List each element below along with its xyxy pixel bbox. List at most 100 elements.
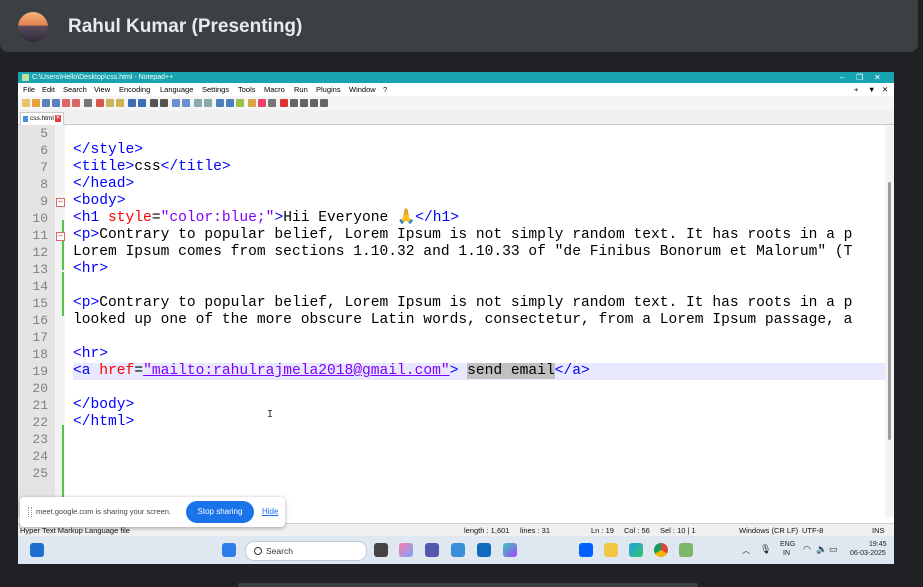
maximize-button[interactable]: ❐ xyxy=(856,72,863,83)
selected-text: send email xyxy=(467,363,555,379)
chrome-icon[interactable] xyxy=(654,543,668,557)
app-icon[interactable] xyxy=(451,543,465,557)
clock-time[interactable]: 19:45 xyxy=(869,541,887,548)
indent-guide-icon[interactable] xyxy=(236,99,244,107)
edge-icon[interactable] xyxy=(629,543,643,557)
code-token: </style> xyxy=(73,142,144,158)
record-macro-icon[interactable] xyxy=(280,99,288,107)
new-file-icon[interactable] xyxy=(22,99,30,107)
all-chars-icon[interactable] xyxy=(226,99,234,107)
find-icon[interactable] xyxy=(150,99,158,107)
code-token: <p> xyxy=(73,295,100,311)
line-number: 8 xyxy=(40,177,48,192)
menu-window[interactable]: Window xyxy=(349,83,376,96)
save-icon[interactable] xyxy=(42,99,50,107)
menu-search[interactable]: Search xyxy=(63,83,87,96)
menu-view[interactable]: View xyxy=(94,83,110,96)
sync-v-icon[interactable] xyxy=(194,99,202,107)
start-icon[interactable] xyxy=(222,543,236,557)
cut-icon[interactable] xyxy=(96,99,104,107)
outlook-icon[interactable] xyxy=(477,543,491,557)
code-token: <body> xyxy=(73,193,126,209)
language-indicator-bottom: IN xyxy=(783,550,790,557)
text-cursor-icon: I xyxy=(267,409,274,420)
func-list-icon[interactable] xyxy=(268,99,276,107)
tray-chevron-icon[interactable]: ︿ xyxy=(742,545,750,556)
code-token: <h1 xyxy=(73,210,109,226)
run-macro-icon[interactable] xyxy=(310,99,318,107)
windows-taskbar: Search ︿ 🎙 ENG IN ◠ 🔈 ▭ 19:45 06-03-2025 xyxy=(18,536,894,564)
menu-help[interactable]: ? xyxy=(383,83,387,96)
save-all-icon[interactable] xyxy=(52,99,60,107)
volume-icon[interactable]: 🔈 xyxy=(816,544,827,555)
copilot-icon[interactable] xyxy=(399,543,413,557)
code-editor[interactable]: 5 6 7 8 9 10 11 12 13 14 15 16 17 18 19 … xyxy=(18,125,894,517)
close-all-icon[interactable] xyxy=(72,99,80,107)
language-indicator-top[interactable]: ENG xyxy=(780,541,795,548)
microphone-icon[interactable]: 🎙 xyxy=(760,544,771,555)
change-marker xyxy=(62,425,64,501)
menu-encoding[interactable]: Encoding xyxy=(119,83,150,96)
line-number: 13 xyxy=(32,262,48,277)
scrollbar-thumb[interactable] xyxy=(888,182,891,440)
open-file-icon[interactable] xyxy=(32,99,40,107)
toolbar xyxy=(18,96,894,111)
tab-css-html[interactable]: css.html ✕ xyxy=(20,112,64,125)
line-number: 17 xyxy=(32,330,48,345)
play-macro-icon[interactable] xyxy=(300,99,308,107)
task-view-button-icon[interactable] xyxy=(374,543,388,557)
copy-icon[interactable] xyxy=(106,99,114,107)
menu-run[interactable]: Run xyxy=(294,83,308,96)
code-token: style xyxy=(108,210,152,226)
zoom-in-icon[interactable] xyxy=(172,99,180,107)
save-macro-icon[interactable] xyxy=(320,99,328,107)
vertical-scrollbar[interactable] xyxy=(885,125,894,517)
wifi-icon[interactable]: ◠ xyxy=(803,544,811,555)
dropbox-icon[interactable] xyxy=(579,543,593,557)
menu-file[interactable]: File xyxy=(23,83,35,96)
redo-icon[interactable] xyxy=(138,99,146,107)
menu-language[interactable]: Language xyxy=(160,83,193,96)
undo-icon[interactable] xyxy=(128,99,136,107)
notepadpp-taskbar-icon[interactable] xyxy=(679,543,693,557)
minimize-button[interactable]: – xyxy=(840,72,844,83)
paste-icon[interactable] xyxy=(116,99,124,107)
hide-banner-link[interactable]: Hide xyxy=(262,497,278,527)
menu-bar: File Edit Search View Encoding Language … xyxy=(18,83,894,96)
close-tab-button[interactable]: ✕ xyxy=(882,83,888,96)
close-icon[interactable] xyxy=(62,99,70,107)
close-button[interactable]: ✕ xyxy=(874,72,881,83)
battery-icon[interactable]: ▭ xyxy=(829,544,838,555)
code-area[interactable]: </style> <title>css</title> </head> <bod… xyxy=(73,125,885,517)
menu-plugins[interactable]: Plugins xyxy=(316,83,341,96)
taskbar-search[interactable]: Search xyxy=(245,541,367,561)
code-token: </body> xyxy=(73,397,135,413)
code-line: </body> xyxy=(73,397,885,414)
drag-handle-icon[interactable] xyxy=(28,507,32,517)
lang-icon[interactable] xyxy=(248,99,256,107)
teams-icon[interactable] xyxy=(425,543,439,557)
menu-macro[interactable]: Macro xyxy=(264,83,285,96)
fold-toggle-icon[interactable]: − xyxy=(56,232,65,241)
fold-toggle-icon[interactable]: − xyxy=(56,198,65,207)
code-token: looked up one of the more obscure Latin … xyxy=(73,312,853,328)
task-view-icon[interactable] xyxy=(30,543,44,557)
file-explorer-icon[interactable] xyxy=(604,543,618,557)
stop-macro-icon[interactable] xyxy=(290,99,298,107)
print-icon[interactable] xyxy=(84,99,92,107)
app-icon[interactable] xyxy=(503,543,517,557)
zoom-out-icon[interactable] xyxy=(182,99,190,107)
new-tab-button[interactable]: + xyxy=(854,83,858,96)
tab-close-icon[interactable]: ✕ xyxy=(55,115,61,122)
sync-h-icon[interactable] xyxy=(204,99,212,107)
wrap-icon[interactable] xyxy=(216,99,224,107)
line-number: 6 xyxy=(40,143,48,158)
menu-tools[interactable]: Tools xyxy=(238,83,256,96)
menu-edit[interactable]: Edit xyxy=(42,83,55,96)
stop-sharing-button[interactable]: Stop sharing xyxy=(186,501,254,523)
menu-settings[interactable]: Settings xyxy=(202,83,229,96)
tab-list-button[interactable]: ▼ xyxy=(868,83,875,96)
doc-map-icon[interactable] xyxy=(258,99,266,107)
replace-icon[interactable] xyxy=(160,99,168,107)
change-marker xyxy=(62,272,64,316)
